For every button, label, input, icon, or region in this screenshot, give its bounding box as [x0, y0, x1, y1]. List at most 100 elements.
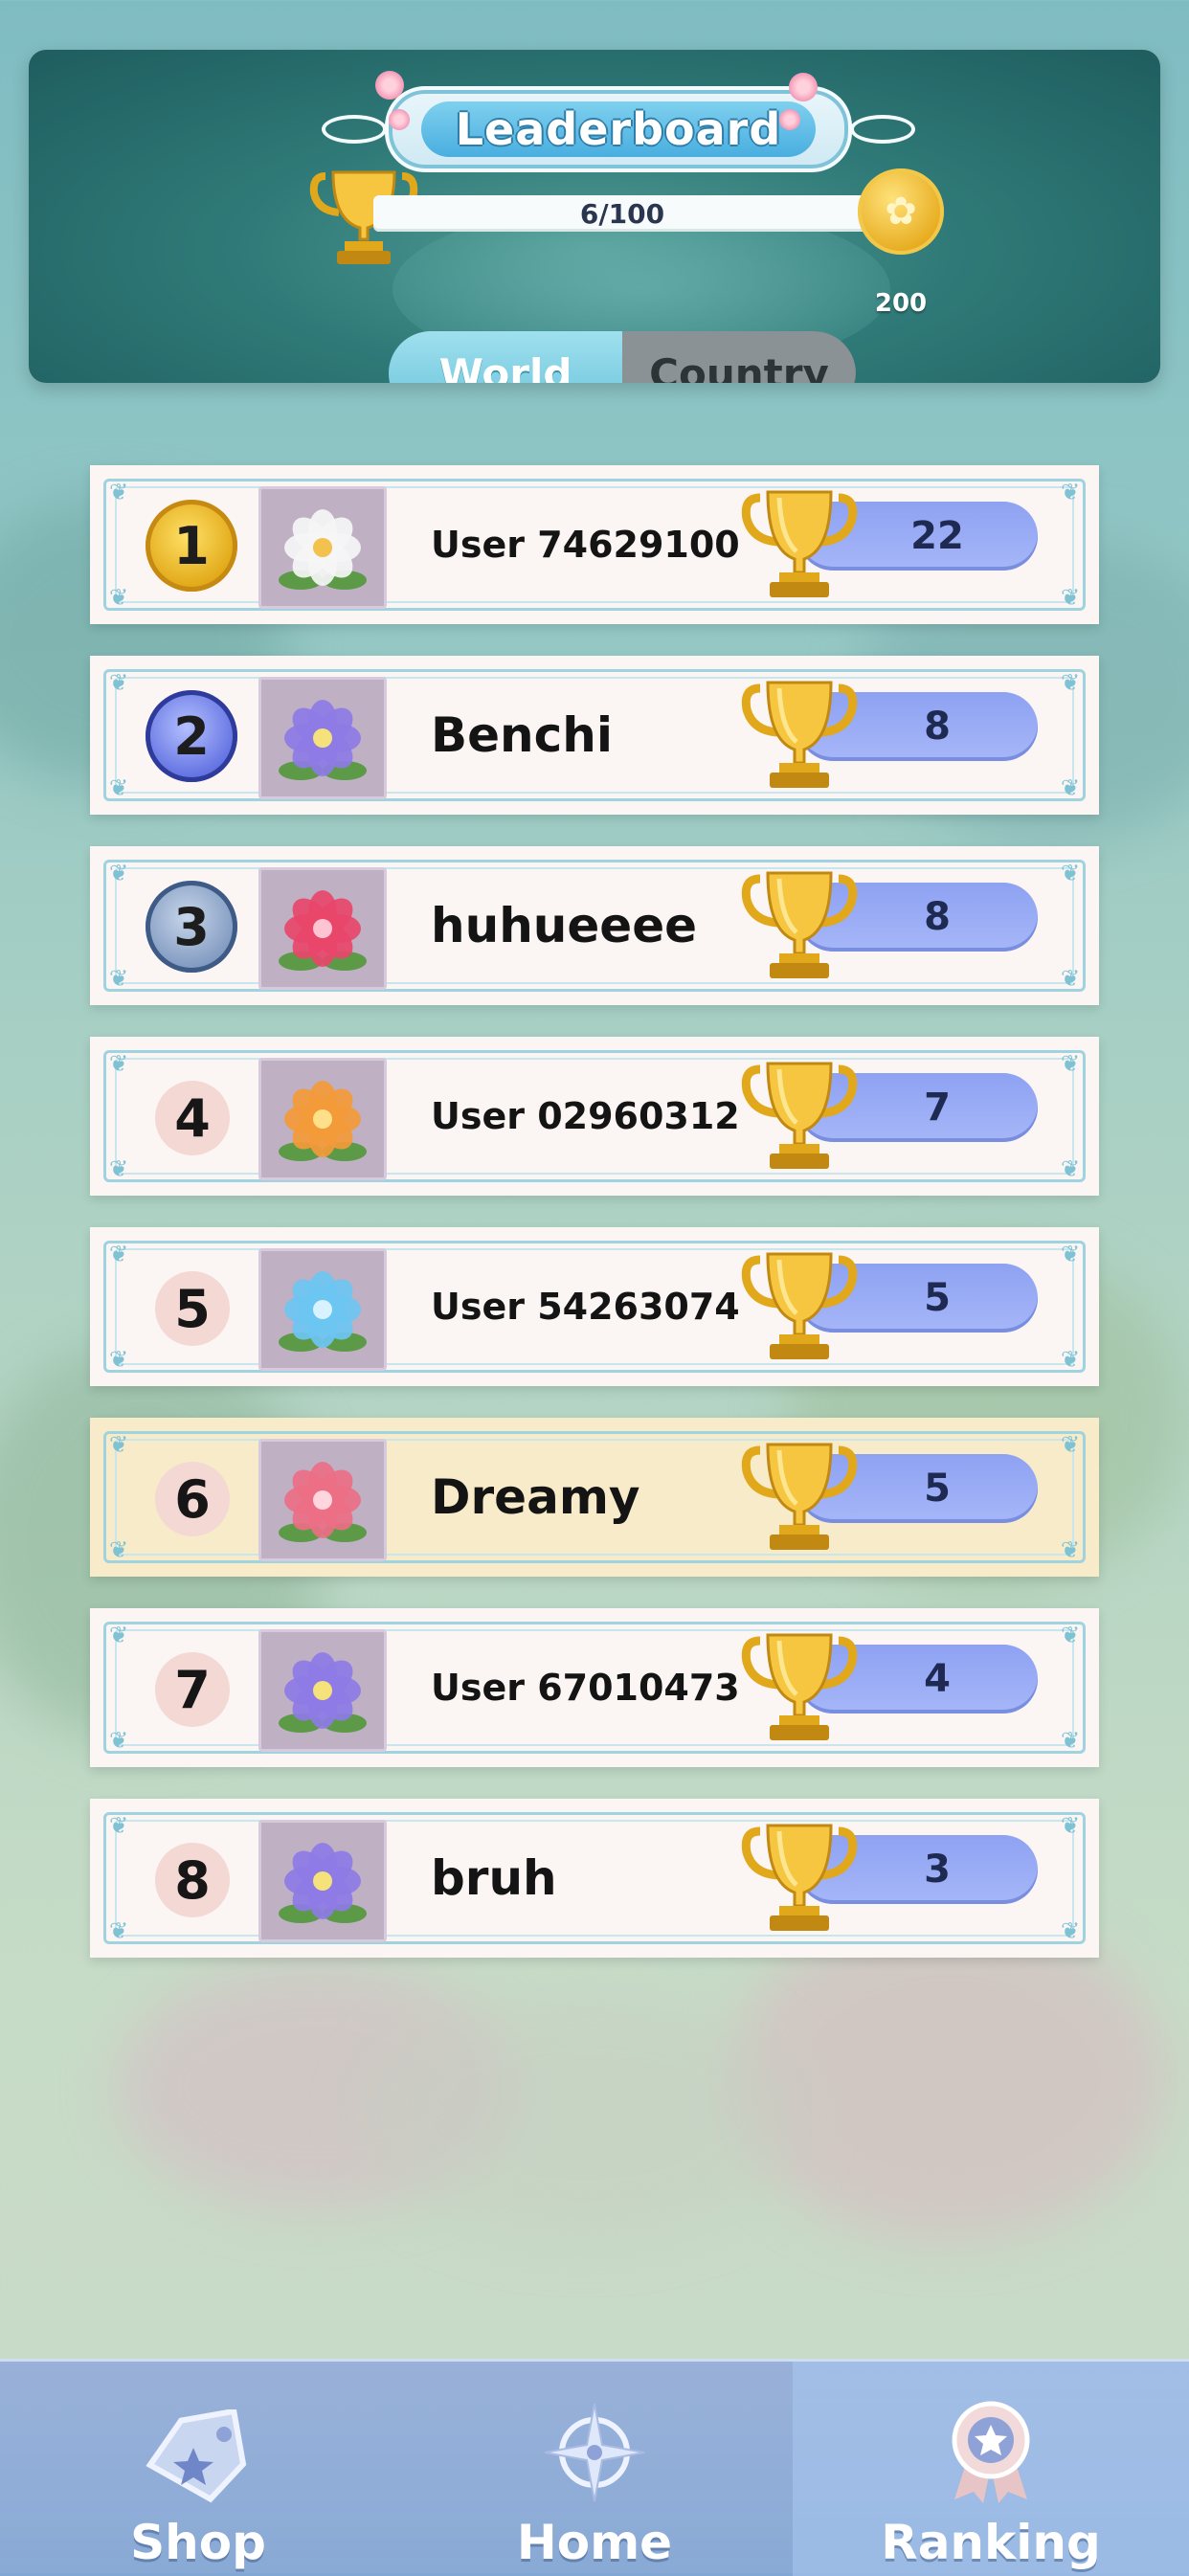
rank-number: 1 [173, 515, 210, 576]
rank-medal-icon: 2 [146, 690, 237, 782]
corner-ornament: ❦ [1061, 1431, 1081, 1458]
trophy-icon [737, 1243, 862, 1371]
leaderboard-row: ❦ ❦ ❦ ❦ 7 User 67010473 4 [90, 1608, 1099, 1767]
blossom-icon [779, 109, 800, 130]
rank-medal-icon: 3 [146, 881, 237, 973]
compass-icon [537, 2400, 652, 2509]
leaderboard-row: ❦ ❦ ❦ ❦ 2 Benchi 8 [90, 656, 1099, 815]
corner-ornament: ❦ [109, 1812, 129, 1839]
avatar [258, 486, 387, 609]
corner-ornament: ❦ [1061, 1241, 1081, 1267]
corner-ornament: ❦ [1061, 1727, 1081, 1754]
corner-ornament: ❦ [109, 1536, 129, 1563]
corner-ornament: ❦ [1061, 1346, 1081, 1373]
avatar [258, 867, 387, 990]
rank-number: 5 [174, 1278, 211, 1339]
nav-shop[interactable]: Shop [0, 2362, 396, 2576]
corner-ornament: ❦ [1061, 860, 1081, 886]
corner-ornament: ❦ [1061, 1622, 1081, 1648]
corner-ornament: ❦ [109, 1241, 129, 1267]
decoration [313, 1109, 332, 1129]
corner-ornament: ❦ [1061, 1155, 1081, 1182]
corner-ornament: ❦ [1061, 479, 1081, 505]
player-name: User 02960312 [431, 1095, 740, 1137]
player-name: User 67010473 [431, 1667, 740, 1709]
blue-flower-icon [279, 1266, 367, 1354]
tab-country[interactable]: Country [622, 331, 856, 384]
corner-ornament: ❦ [109, 774, 129, 801]
decoration [313, 1871, 332, 1891]
corner-ornament: ❦ [109, 1727, 129, 1754]
player-score: 3 [924, 1848, 951, 1892]
rank-badge: 4 [155, 1081, 230, 1155]
leaderboard-row: ❦ ❦ ❦ ❦ 1 User 74629100 22 [90, 465, 1099, 624]
corner-ornament: ❦ [109, 860, 129, 886]
leaderboard-header: Leaderboard 6/100 ✿ 200 World Country [29, 50, 1160, 383]
rank-badge: 8 [155, 1843, 230, 1917]
corner-ornament: ❦ [1061, 1050, 1081, 1077]
player-score: 4 [924, 1657, 951, 1701]
player-name: bruh [431, 1850, 557, 1906]
decoration [313, 919, 332, 938]
tag-icon [136, 2408, 260, 2509]
player-name: User 54263074 [431, 1286, 740, 1328]
decoration [313, 1681, 332, 1700]
trophy-icon [737, 1624, 862, 1752]
corner-ornament: ❦ [109, 1431, 129, 1458]
rank-badge: 7 [155, 1652, 230, 1727]
leaderboard-row: ❦ ❦ ❦ ❦ 4 User 02960312 7 [90, 1037, 1099, 1196]
blossom-icon [789, 73, 818, 101]
player-name: Benchi [431, 707, 613, 763]
blossom-icon [375, 71, 404, 100]
rank-number: 3 [173, 896, 210, 957]
blossom-icon [389, 109, 410, 130]
corner-ornament: ❦ [109, 669, 129, 696]
progress-text: 6/100 [579, 197, 665, 230]
page-title: Leaderboard [455, 103, 782, 155]
trophy-progress-bar: 6/100 [373, 195, 871, 232]
coin-count: 200 [874, 289, 928, 318]
trophy-icon [737, 1433, 862, 1561]
trophy-icon [737, 481, 862, 609]
player-score: 8 [924, 705, 951, 749]
corner-ornament: ❦ [109, 1050, 129, 1077]
rank-badge: 6 [155, 1462, 230, 1536]
red-cactus-flower-icon [279, 885, 367, 973]
nav-shop-label: Shop [130, 2515, 266, 2570]
orange-cactus-flower-icon [279, 1075, 367, 1163]
lotus-coin-icon: ✿ [858, 168, 944, 255]
corner-ornament: ❦ [109, 965, 129, 992]
trophy-icon [737, 671, 862, 799]
avatar [258, 677, 387, 799]
avatar [258, 1820, 387, 1942]
trophy-icon [737, 862, 862, 990]
decoration [313, 728, 332, 748]
scope-toggle: World Country [389, 331, 856, 383]
ribbon-badge-icon [933, 2400, 1048, 2509]
lotus-icon [279, 694, 367, 782]
leaderboard-row: ❦ ❦ ❦ ❦ 3 huhueeee 8 [90, 846, 1099, 1005]
leaderboard-row: ❦ ❦ ❦ ❦ 6 Dreamy 5 [90, 1418, 1099, 1577]
decoration [313, 1300, 332, 1319]
corner-ornament: ❦ [109, 1917, 129, 1944]
corner-ornament: ❦ [1061, 1536, 1081, 1563]
lotus-icon [279, 1646, 367, 1735]
avatar [258, 1248, 387, 1371]
tab-world[interactable]: World [389, 331, 622, 383]
corner-ornament: ❦ [109, 479, 129, 505]
corner-ornament: ❦ [109, 584, 129, 611]
player-score: 22 [910, 514, 964, 558]
nav-ranking[interactable]: Ranking [793, 2362, 1189, 2576]
rank-badge: 5 [155, 1271, 230, 1346]
banner-ornament [850, 115, 915, 144]
corner-ornament: ❦ [1061, 1917, 1081, 1944]
nav-home[interactable]: Home [396, 2362, 793, 2576]
bottom-nav: Shop Home Ranking [0, 2359, 1189, 2576]
corner-ornament: ❦ [109, 1622, 129, 1648]
lotus-icon [279, 1837, 367, 1925]
rank-number: 2 [173, 706, 210, 767]
player-name: User 74629100 [431, 524, 740, 566]
trophy-icon [737, 1052, 862, 1180]
player-name: huhueeee [431, 898, 698, 953]
rank-number: 8 [174, 1849, 211, 1911]
